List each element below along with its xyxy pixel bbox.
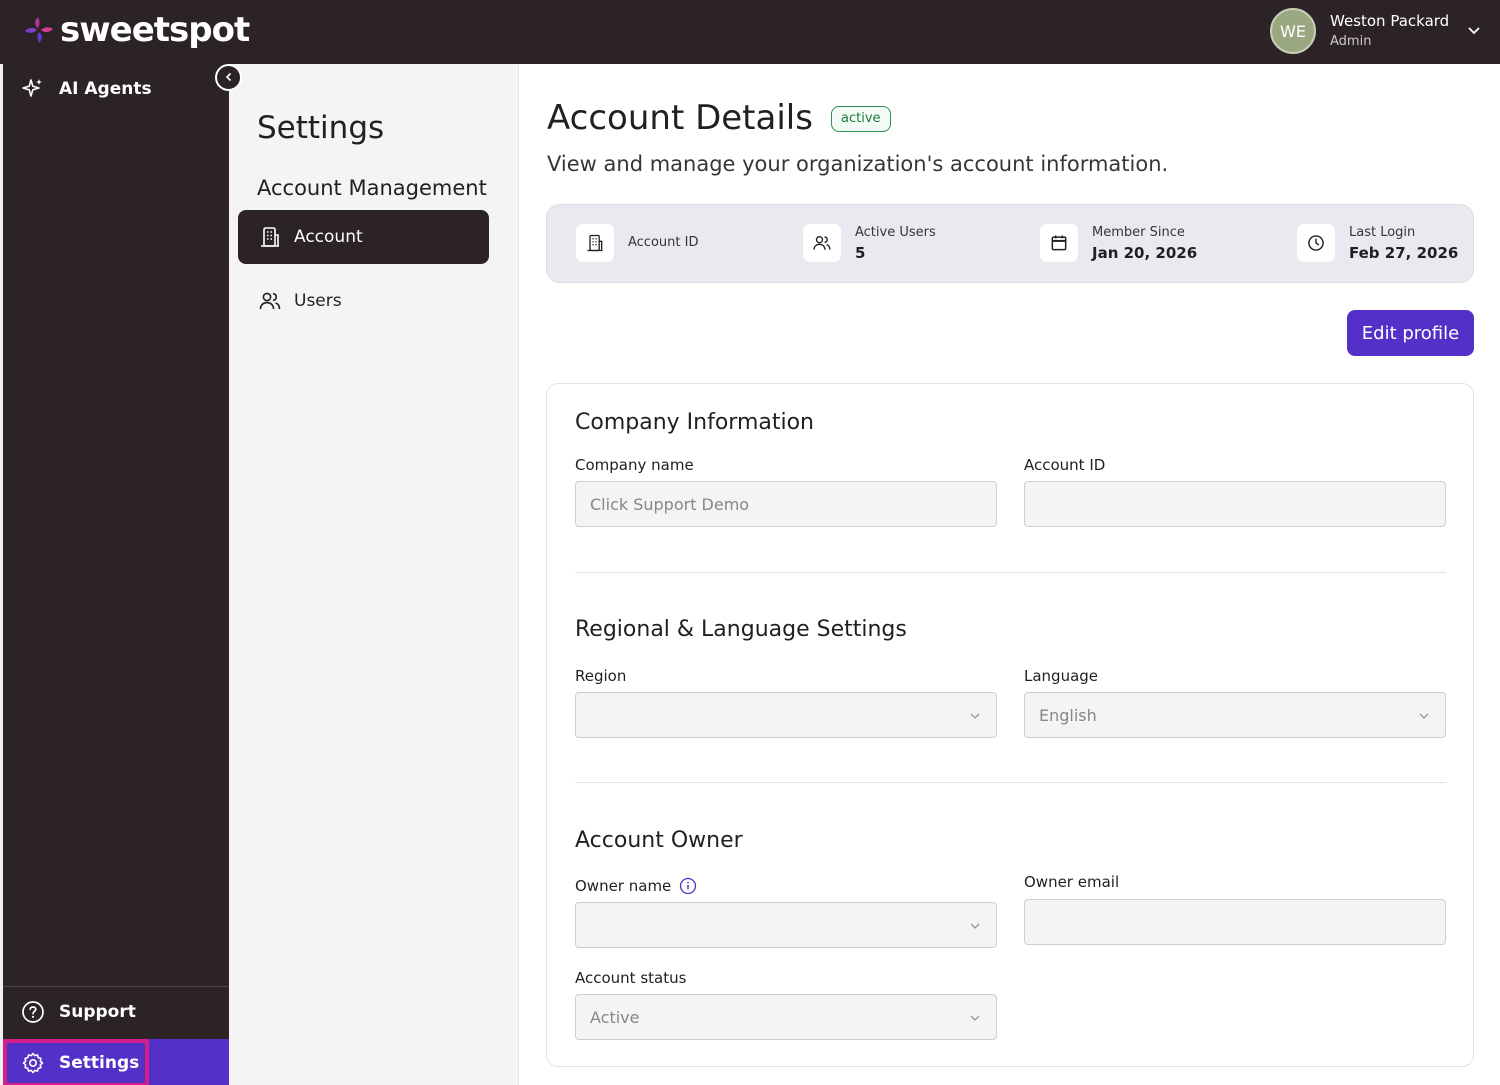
gear-icon — [21, 1051, 45, 1075]
owner-email-field[interactable] — [1024, 899, 1446, 945]
owner-name-select[interactable] — [575, 902, 997, 948]
settings-nav: Settings Account Management Account User… — [229, 64, 519, 1085]
sidebar-item-label: AI Agents — [59, 79, 152, 99]
account-status-select[interactable]: Active — [575, 994, 997, 1040]
chevron-down-icon — [968, 708, 982, 722]
info-icon[interactable] — [679, 877, 697, 895]
settings-nav-item-label: Account — [294, 227, 363, 247]
settings-nav-item-account[interactable]: Account — [238, 210, 489, 264]
sidebar-item-ai-agents[interactable]: AI Agents — [3, 65, 229, 113]
region-label: Region — [575, 667, 627, 685]
settings-nav-item-users[interactable]: Users — [238, 274, 489, 328]
chevron-down-icon — [968, 918, 982, 932]
clock-icon — [1297, 224, 1335, 262]
sidebar-item-label: Support — [59, 1002, 136, 1022]
top-bar: sweetspot WE Weston Packard Admin — [0, 0, 1500, 64]
settings-nav-title: Settings — [257, 110, 385, 146]
stat-account-id: Account ID — [576, 223, 698, 263]
collapse-sidebar-button[interactable] — [215, 64, 242, 91]
company-name-label: Company name — [575, 456, 694, 474]
avatar: WE — [1270, 8, 1316, 54]
sweetspot-logo-icon — [22, 13, 56, 47]
account-id-label: Account ID — [1024, 456, 1106, 474]
chevron-down-icon — [968, 1010, 982, 1024]
sidebar-active-background — [149, 1039, 229, 1085]
sidebar-item-label: Settings — [59, 1053, 140, 1073]
help-circle-icon — [21, 1000, 45, 1024]
language-value: English — [1039, 705, 1097, 725]
edit-profile-button[interactable]: Edit profile — [1347, 310, 1474, 356]
building-icon — [576, 224, 614, 262]
sweetspot-logo[interactable]: sweetspot — [22, 10, 250, 50]
user-name: Weston Packard — [1330, 12, 1450, 30]
account-id-field[interactable] — [1024, 481, 1446, 527]
settings-nav-item-label: Users — [294, 291, 342, 311]
company-section-title: Company Information — [575, 410, 815, 435]
user-role: Admin — [1330, 34, 1372, 49]
stat-label: Active Users — [855, 224, 936, 240]
section-divider — [575, 782, 1446, 783]
status-badge: active — [831, 106, 891, 132]
language-select[interactable]: English — [1024, 692, 1446, 738]
stat-value: 5 — [855, 243, 866, 262]
language-label: Language — [1024, 667, 1099, 685]
building-icon — [258, 225, 282, 249]
main-content: Account Details active View and manage y… — [519, 64, 1500, 1085]
stat-active-users: Active Users 5 — [803, 223, 936, 263]
sidebar-item-settings[interactable]: Settings — [3, 1039, 149, 1085]
stat-label: Last Login — [1349, 224, 1416, 240]
sparkle-icon — [21, 77, 45, 101]
stat-value: Feb 27, 2026 — [1349, 243, 1459, 262]
regional-section-title: Regional & Language Settings — [575, 617, 907, 642]
account-status-value: Active — [590, 1007, 640, 1027]
section-divider — [575, 572, 1446, 573]
page-subtitle: View and manage your organization's acco… — [547, 152, 1169, 176]
owner-email-label: Owner email — [1024, 873, 1120, 891]
user-menu[interactable]: WE Weston Packard Admin — [1270, 6, 1490, 56]
stat-label: Account ID — [628, 234, 699, 250]
account-details-card: Company Information Company name Click S… — [546, 383, 1474, 1067]
chevron-down-icon — [1417, 708, 1431, 722]
account-status-label: Account status — [575, 969, 687, 987]
users-icon — [803, 224, 841, 262]
stat-label: Member Since — [1092, 224, 1185, 240]
settings-nav-section: Account Management — [257, 176, 487, 200]
region-select[interactable] — [575, 692, 997, 738]
sidebar-item-support[interactable]: Support — [3, 988, 229, 1036]
calendar-icon — [1040, 224, 1078, 262]
brand-name: sweetspot — [60, 10, 250, 50]
page-title: Account Details — [547, 98, 813, 138]
sidebar-divider — [3, 986, 229, 987]
account-stats-bar: Account ID Active Users 5 Member Since J… — [546, 204, 1474, 283]
owner-name-label: Owner name — [575, 877, 672, 895]
company-name-field[interactable]: Click Support Demo — [575, 481, 997, 527]
chevron-left-icon — [223, 68, 235, 87]
stat-last-login: Last Login Feb 27, 2026 — [1297, 223, 1458, 263]
stat-value: Jan 20, 2026 — [1092, 243, 1198, 262]
main-sidebar: AI Agents Support Settings — [0, 64, 229, 1085]
chevron-down-icon — [1466, 22, 1482, 38]
users-icon — [258, 289, 282, 313]
stat-member-since: Member Since Jan 20, 2026 — [1040, 223, 1197, 263]
owner-section-title: Account Owner — [575, 828, 743, 853]
